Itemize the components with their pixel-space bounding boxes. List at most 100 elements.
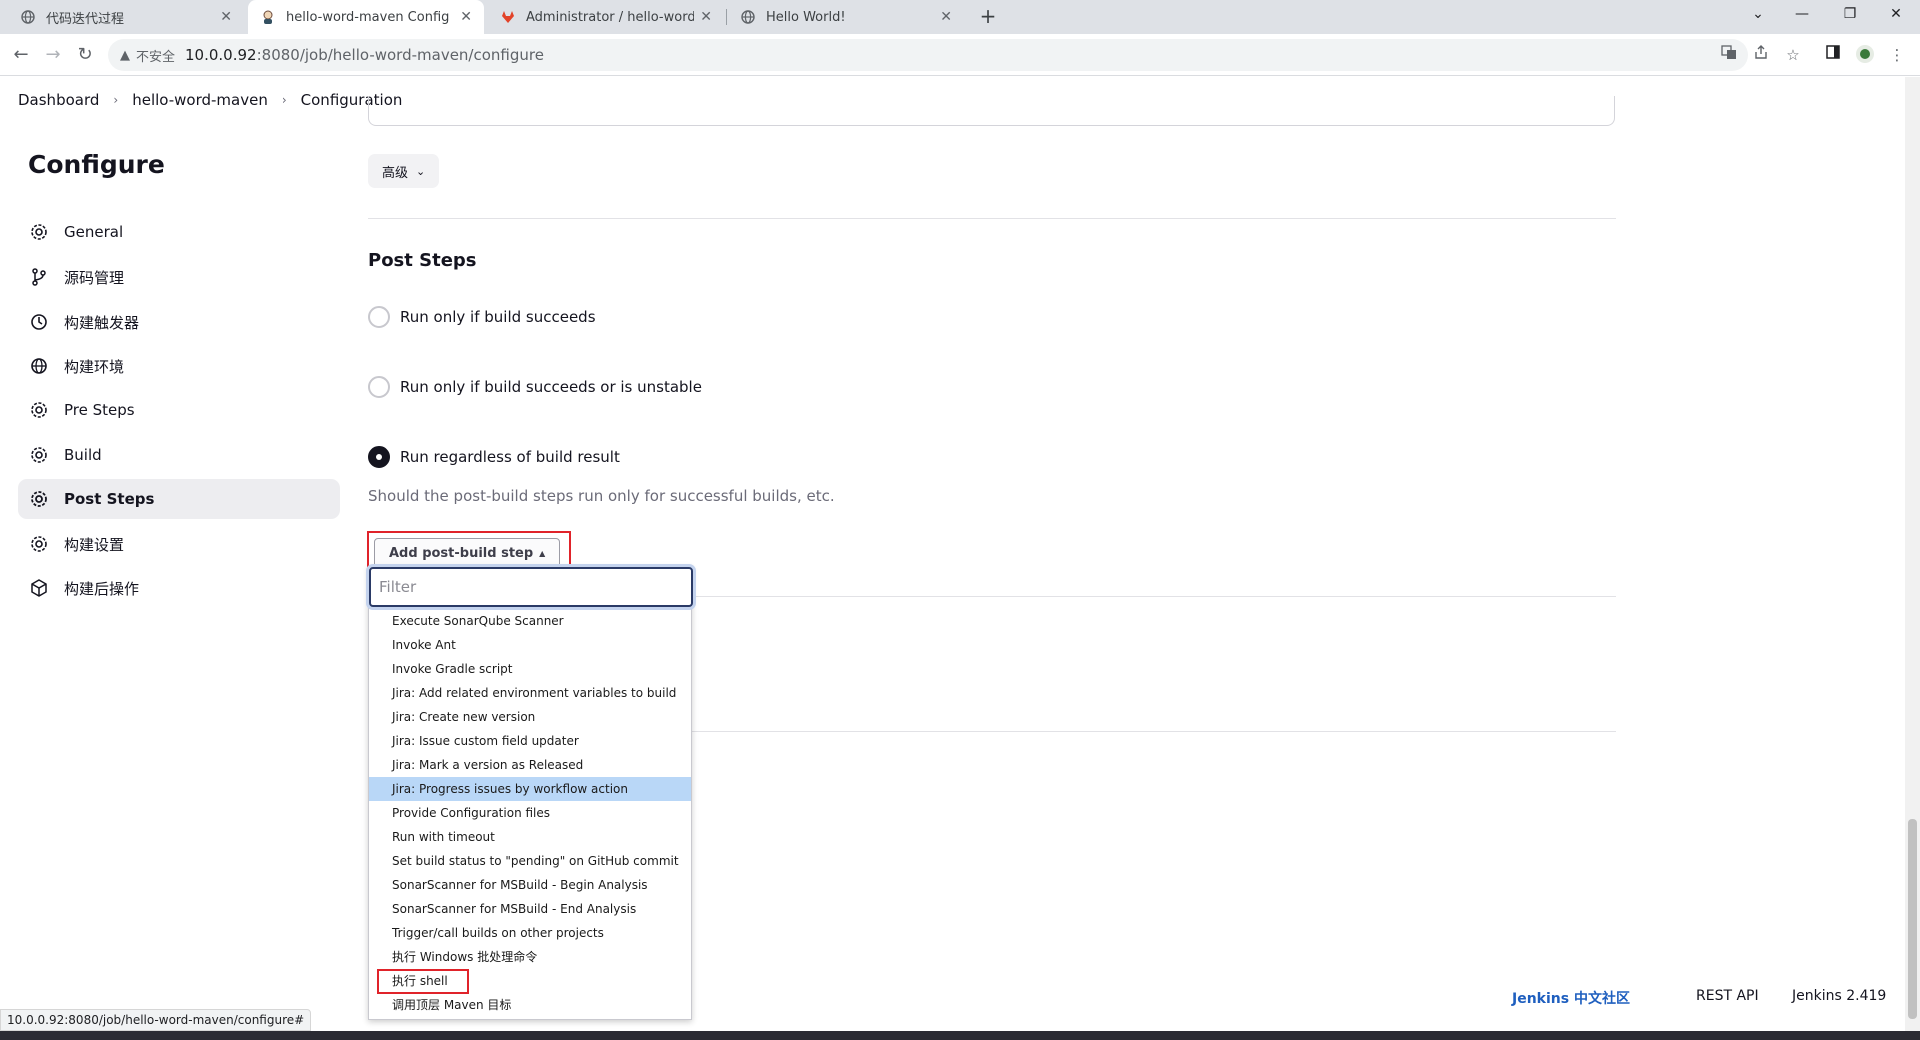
close-icon[interactable]: ✕ bbox=[460, 9, 472, 25]
sidebar-item-environment[interactable]: 构建环境 bbox=[18, 346, 340, 386]
chevron-right-icon: › bbox=[281, 93, 287, 107]
radio-button[interactable] bbox=[368, 376, 390, 398]
sidebar-item-scm[interactable]: 源码管理 bbox=[18, 257, 340, 297]
radio-label: Run only if build succeeds or is unstabl… bbox=[400, 378, 702, 396]
radio-button[interactable] bbox=[368, 306, 390, 328]
breadcrumb-dashboard[interactable]: Dashboard bbox=[18, 91, 99, 109]
globe-icon bbox=[20, 9, 36, 25]
menu-item[interactable]: Jira: Issue custom field updater bbox=[369, 729, 691, 753]
menu-item[interactable]: Run with timeout bbox=[369, 825, 691, 849]
reload-icon[interactable]: ↻ bbox=[72, 42, 98, 68]
menu-item[interactable]: Jira: Mark a version as Released bbox=[369, 753, 691, 777]
browser-tab-0[interactable]: 代码迭代过程 ✕ bbox=[8, 0, 244, 34]
advanced-button[interactable]: 高级 ⌄ bbox=[368, 154, 440, 188]
tab-title: hello-word-maven Config [Jenkins] bbox=[286, 9, 454, 25]
jenkins-community-link[interactable]: Jenkins 中文社区 bbox=[1512, 988, 1630, 1008]
globe-icon bbox=[28, 355, 50, 377]
menu-item[interactable]: Jira: Add related environment variables … bbox=[369, 681, 691, 705]
breadcrumb-job[interactable]: hello-word-maven bbox=[132, 91, 268, 109]
back-arrow-icon[interactable]: ← bbox=[8, 42, 34, 68]
url-host: 10.0.0.92 bbox=[185, 46, 257, 64]
clock-icon bbox=[28, 311, 50, 333]
browser-tab-2[interactable]: Administrator / hello-word · GitLab ✕ bbox=[488, 0, 724, 34]
sidebar-item-general[interactable]: General bbox=[18, 212, 340, 252]
share-icon[interactable] bbox=[1750, 44, 1772, 66]
forward-arrow-icon[interactable]: → bbox=[40, 42, 66, 68]
gear-icon bbox=[28, 488, 50, 510]
sidebar-item-label: Post Steps bbox=[64, 490, 155, 508]
sidebar-item-post-steps[interactable]: Post Steps bbox=[18, 479, 340, 519]
address-bar[interactable]: ▲ 不安全 10.0.0.92:8080/job/hello-word-mave… bbox=[108, 39, 1748, 71]
sidebar-item-pre-steps[interactable]: Pre Steps bbox=[18, 390, 340, 430]
security-label: 不安全 bbox=[136, 49, 176, 65]
post-steps-heading: Post Steps bbox=[368, 250, 477, 271]
browser-tab-1[interactable]: hello-word-maven Config [Jenkins] ✕ bbox=[248, 0, 484, 34]
menu-item[interactable]: Execute SonarQube Scanner bbox=[369, 609, 691, 633]
gear-icon bbox=[28, 533, 50, 555]
page-title: Configure bbox=[28, 150, 165, 179]
close-icon[interactable]: ✕ bbox=[700, 9, 712, 25]
gear-icon bbox=[28, 221, 50, 243]
vertical-scrollbar[interactable] bbox=[1905, 77, 1920, 1031]
divider bbox=[368, 218, 1616, 219]
sidebar-item-label: 构建后操作 bbox=[64, 579, 140, 598]
minimize-icon[interactable]: — bbox=[1780, 0, 1824, 30]
caret-up-icon: ▲ bbox=[539, 548, 546, 558]
menu-item[interactable]: Invoke Gradle script bbox=[369, 657, 691, 681]
sidebar-item-post-build[interactable]: 构建后操作 bbox=[18, 568, 340, 608]
add-post-build-step-button[interactable]: Add post-build step ▲ bbox=[374, 538, 561, 568]
menu-item[interactable]: Set build status to "pending" on GitHub … bbox=[369, 849, 691, 873]
sidebar-item-label: Pre Steps bbox=[64, 401, 135, 419]
menu-item[interactable]: Trigger/call builds on other projects bbox=[369, 921, 691, 945]
sidebar-item-triggers[interactable]: 构建触发器 bbox=[18, 302, 340, 342]
url-path: :8080/job/hello-word-maven/configure bbox=[256, 46, 544, 64]
browser-tab-bar: 代码迭代过程 ✕ hello-word-maven Config [Jenkin… bbox=[0, 0, 1920, 34]
filter-input[interactable] bbox=[369, 567, 693, 607]
radio-build-succeeds[interactable]: Run only if build succeeds bbox=[368, 306, 596, 328]
menu-item[interactable]: SonarScanner for MSBuild - Begin Analysi… bbox=[369, 873, 691, 897]
kebab-menu-icon[interactable]: ⋮ bbox=[1886, 44, 1908, 66]
add-step-label: Add post-build step bbox=[389, 545, 534, 561]
menu-item[interactable]: SonarScanner for MSBuild - End Analysis bbox=[369, 897, 691, 921]
previous-input-field[interactable] bbox=[368, 96, 1615, 126]
jenkins-icon bbox=[260, 9, 276, 25]
close-icon[interactable]: ✕ bbox=[220, 9, 232, 25]
cube-icon bbox=[28, 577, 50, 599]
browser-tab-3[interactable]: Hello World! ✕ bbox=[728, 0, 964, 34]
radio-regardless[interactable]: Run regardless of build result bbox=[368, 446, 620, 468]
sidebar-item-label: General bbox=[64, 223, 124, 241]
menu-item[interactable]: Provide Configuration files bbox=[369, 801, 691, 825]
browser-toolbar: ← → ↻ ▲ 不安全 10.0.0.92:8080/job/hello-wor… bbox=[0, 34, 1920, 76]
tab-search-icon[interactable]: ⌄ bbox=[1736, 0, 1780, 30]
close-icon[interactable]: ✕ bbox=[940, 9, 952, 25]
scrollbar-thumb[interactable] bbox=[1908, 819, 1917, 1019]
new-tab-button[interactable]: + bbox=[976, 5, 1000, 29]
tab-separator bbox=[726, 9, 727, 25]
menu-item[interactable]: 执行 Windows 批处理命令 bbox=[369, 945, 691, 969]
radio-succeeds-or-unstable[interactable]: Run only if build succeeds or is unstabl… bbox=[368, 376, 702, 398]
tab-title: Hello World! bbox=[766, 9, 846, 25]
gear-icon bbox=[28, 399, 50, 421]
menu-item[interactable]: 调用顶层 Maven 目标 bbox=[369, 993, 691, 1017]
sidebar-item-label: Build bbox=[64, 446, 102, 464]
radio-label: Run regardless of build result bbox=[400, 448, 620, 466]
rest-api-link[interactable]: REST API bbox=[1696, 988, 1759, 1004]
window-close-icon[interactable]: ✕ bbox=[1874, 0, 1918, 30]
status-url-bubble: 10.0.0.92:8080/job/hello-word-maven/conf… bbox=[0, 1009, 312, 1031]
bookmark-star-icon[interactable]: ☆ bbox=[1782, 44, 1804, 66]
menu-item[interactable]: Jira: Create new version bbox=[369, 705, 691, 729]
gear-icon bbox=[28, 444, 50, 466]
profile-avatar[interactable] bbox=[1854, 44, 1876, 66]
menu-item-highlighted[interactable]: Jira: Progress issues by workflow action bbox=[369, 777, 691, 801]
jenkins-version[interactable]: Jenkins 2.419 bbox=[1792, 988, 1886, 1004]
sidebar-item-build-settings[interactable]: 构建设置 bbox=[18, 524, 340, 564]
side-panel-icon[interactable] bbox=[1822, 44, 1844, 66]
sidebar-item-build[interactable]: Build bbox=[18, 435, 340, 475]
translate-icon[interactable] bbox=[1718, 44, 1740, 66]
help-text: Should the post-build steps run only for… bbox=[368, 487, 835, 505]
taskbar-edge bbox=[0, 1031, 1920, 1040]
tab-title: Administrator / hello-word · GitLab bbox=[526, 9, 695, 25]
restore-icon[interactable]: ❐ bbox=[1828, 0, 1872, 30]
menu-item[interactable]: Invoke Ant bbox=[369, 633, 691, 657]
radio-button-checked[interactable] bbox=[368, 446, 390, 468]
